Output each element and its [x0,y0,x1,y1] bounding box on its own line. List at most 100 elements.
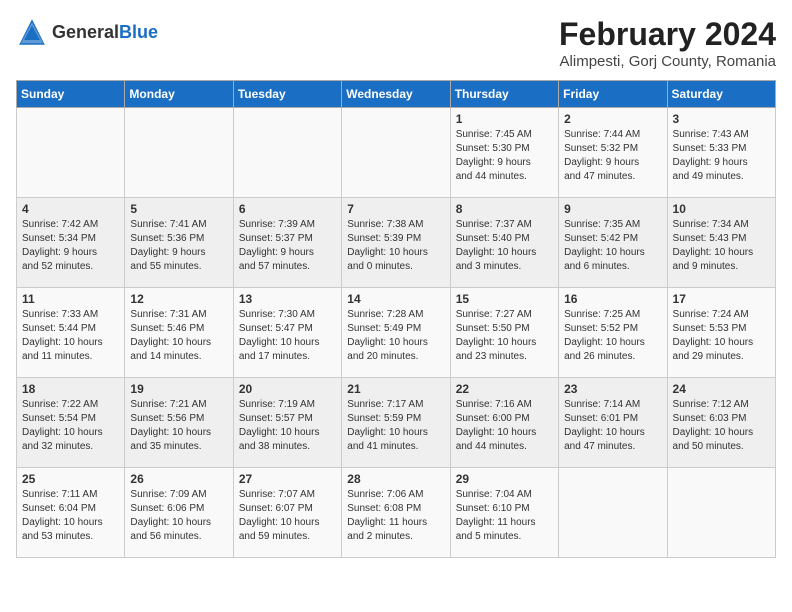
calendar-cell: 14 Sunrise: 7:28 AM Sunset: 5:49 PM Dayli… [342,288,450,378]
day-info: Sunrise: 7:07 AM Sunset: 6:07 PM Dayligh… [239,488,336,544]
calendar-cell: 19 Sunrise: 7:21 AM Sunset: 5:56 PM Dayli… [125,378,233,468]
day-number: 14 [347,292,444,306]
day-info: Sunrise: 7:43 AM Sunset: 5:33 PM Dayligh… [673,128,770,184]
day-info: Sunrise: 7:27 AM Sunset: 5:50 PM Dayligh… [456,308,553,364]
day-number: 4 [22,202,119,216]
day-info: Sunrise: 7:34 AM Sunset: 5:43 PM Dayligh… [673,218,770,274]
day-number: 12 [130,292,227,306]
location-subtitle: Alimpesti, Gorj County, Romania [559,53,776,70]
day-number: 21 [347,382,444,396]
calendar-cell: 5Sunrise: 7:41 AM Sunset: 5:36 PM Daylig… [125,198,233,288]
calendar-cell: 21 Sunrise: 7:17 AM Sunset: 5:59 PM Dayli… [342,378,450,468]
day-info: Sunrise: 7:06 AM Sunset: 6:08 PM Dayligh… [347,488,444,544]
day-number: 8 [456,202,553,216]
day-info: Sunrise: 7:09 AM Sunset: 6:06 PM Dayligh… [130,488,227,544]
calendar-body: 1 Sunrise: 7:45 AM Sunset: 5:30 PM Daylig… [17,108,776,558]
days-header-row: Sunday Monday Tuesday Wednesday Thursday… [17,81,776,108]
header-friday: Friday [559,81,667,108]
day-info: Sunrise: 7:24 AM Sunset: 5:53 PM Dayligh… [673,308,770,364]
calendar-cell: 28 Sunrise: 7:06 AM Sunset: 6:08 PM Dayli… [342,468,450,558]
day-info: Sunrise: 7:17 AM Sunset: 5:59 PM Dayligh… [347,398,444,454]
calendar-cell: 26 Sunrise: 7:09 AM Sunset: 6:06 PM Dayli… [125,468,233,558]
day-number: 7 [347,202,444,216]
calendar-cell: 25 Sunrise: 7:11 AM Sunset: 6:04 PM Dayli… [17,468,125,558]
calendar-cell: 27 Sunrise: 7:07 AM Sunset: 6:07 PM Dayli… [233,468,341,558]
day-info: Sunrise: 7:12 AM Sunset: 6:03 PM Dayligh… [673,398,770,454]
day-info: Sunrise: 7:19 AM Sunset: 5:57 PM Dayligh… [239,398,336,454]
day-info: Sunrise: 7:41 AM Sunset: 5:36 PM Dayligh… [130,218,227,274]
day-number: 17 [673,292,770,306]
calendar-cell: 23Sunrise: 7:14 AM Sunset: 6:01 PM Dayli… [559,378,667,468]
calendar-table: Sunday Monday Tuesday Wednesday Thursday… [16,80,776,558]
header-thursday: Thursday [450,81,558,108]
day-number: 6 [239,202,336,216]
logo-general-text: General [52,22,119,42]
calendar-cell: 15 Sunrise: 7:27 AM Sunset: 5:50 PM Dayli… [450,288,558,378]
day-info: Sunrise: 7:21 AM Sunset: 5:56 PM Dayligh… [130,398,227,454]
day-info: Sunrise: 7:45 AM Sunset: 5:30 PM Dayligh… [456,128,553,184]
day-number: 1 [456,112,553,126]
day-number: 20 [239,382,336,396]
header-wednesday: Wednesday [342,81,450,108]
day-number: 27 [239,472,336,486]
calendar-cell: 12 Sunrise: 7:31 AM Sunset: 5:46 PM Dayli… [125,288,233,378]
day-info: Sunrise: 7:11 AM Sunset: 6:04 PM Dayligh… [22,488,119,544]
calendar-cell: 6 Sunrise: 7:39 AM Sunset: 5:37 PM Daylig… [233,198,341,288]
day-info: Sunrise: 7:30 AM Sunset: 5:47 PM Dayligh… [239,308,336,364]
logo-icon [16,16,48,48]
calendar-cell: 3 Sunrise: 7:43 AM Sunset: 5:33 PM Daylig… [667,108,775,198]
day-number: 15 [456,292,553,306]
day-number: 16 [564,292,661,306]
calendar-cell: 4 Sunrise: 7:42 AM Sunset: 5:34 PM Daylig… [17,198,125,288]
calendar-week-row: 25 Sunrise: 7:11 AM Sunset: 6:04 PM Dayli… [17,468,776,558]
calendar-cell: 10 Sunrise: 7:34 AM Sunset: 5:43 PM Dayli… [667,198,775,288]
day-number: 29 [456,472,553,486]
calendar-cell: 9 Sunrise: 7:35 AM Sunset: 5:42 PM Daylig… [559,198,667,288]
header-saturday: Saturday [667,81,775,108]
calendar-week-row: 11Sunrise: 7:33 AM Sunset: 5:44 PM Dayli… [17,288,776,378]
day-number: 28 [347,472,444,486]
day-info: Sunrise: 7:25 AM Sunset: 5:52 PM Dayligh… [564,308,661,364]
day-info: Sunrise: 7:35 AM Sunset: 5:42 PM Dayligh… [564,218,661,274]
day-info: Sunrise: 7:42 AM Sunset: 5:34 PM Dayligh… [22,218,119,274]
calendar-cell: 11Sunrise: 7:33 AM Sunset: 5:44 PM Dayli… [17,288,125,378]
day-info: Sunrise: 7:16 AM Sunset: 6:00 PM Dayligh… [456,398,553,454]
header-monday: Monday [125,81,233,108]
day-info: Sunrise: 7:39 AM Sunset: 5:37 PM Dayligh… [239,218,336,274]
logo: GeneralBlue [16,16,158,48]
day-info: Sunrise: 7:28 AM Sunset: 5:49 PM Dayligh… [347,308,444,364]
page-header: GeneralBlue February 2024 Alimpesti, Gor… [16,16,776,70]
day-number: 11 [22,292,119,306]
calendar-cell: 7Sunrise: 7:38 AM Sunset: 5:39 PM Daylig… [342,198,450,288]
calendar-cell: 18Sunrise: 7:22 AM Sunset: 5:54 PM Dayli… [17,378,125,468]
day-number: 10 [673,202,770,216]
calendar-cell: 20 Sunrise: 7:19 AM Sunset: 5:57 PM Dayli… [233,378,341,468]
calendar-header: Sunday Monday Tuesday Wednesday Thursday… [17,81,776,108]
calendar-cell: 13Sunrise: 7:30 AM Sunset: 5:47 PM Dayli… [233,288,341,378]
calendar-cell: 17 Sunrise: 7:24 AM Sunset: 5:53 PM Dayli… [667,288,775,378]
header-tuesday: Tuesday [233,81,341,108]
day-info: Sunrise: 7:37 AM Sunset: 5:40 PM Dayligh… [456,218,553,274]
day-number: 19 [130,382,227,396]
calendar-cell: 8 Sunrise: 7:37 AM Sunset: 5:40 PM Daylig… [450,198,558,288]
header-sunday: Sunday [17,81,125,108]
day-info: Sunrise: 7:31 AM Sunset: 5:46 PM Dayligh… [130,308,227,364]
day-number: 24 [673,382,770,396]
day-number: 3 [673,112,770,126]
day-number: 25 [22,472,119,486]
calendar-week-row: 4 Sunrise: 7:42 AM Sunset: 5:34 PM Daylig… [17,198,776,288]
day-number: 26 [130,472,227,486]
day-info: Sunrise: 7:04 AM Sunset: 6:10 PM Dayligh… [456,488,553,544]
day-info: Sunrise: 7:44 AM Sunset: 5:32 PM Dayligh… [564,128,661,184]
calendar-cell [125,108,233,198]
calendar-cell [17,108,125,198]
calendar-cell: 22Sunrise: 7:16 AM Sunset: 6:00 PM Dayli… [450,378,558,468]
day-number: 18 [22,382,119,396]
calendar-cell: 1 Sunrise: 7:45 AM Sunset: 5:30 PM Daylig… [450,108,558,198]
month-year-title: February 2024 [559,16,776,53]
day-number: 9 [564,202,661,216]
calendar-cell: 24 Sunrise: 7:12 AM Sunset: 6:03 PM Dayli… [667,378,775,468]
day-number: 23 [564,382,661,396]
title-block: February 2024 Alimpesti, Gorj County, Ro… [559,16,776,70]
calendar-cell: 16 Sunrise: 7:25 AM Sunset: 5:52 PM Dayli… [559,288,667,378]
